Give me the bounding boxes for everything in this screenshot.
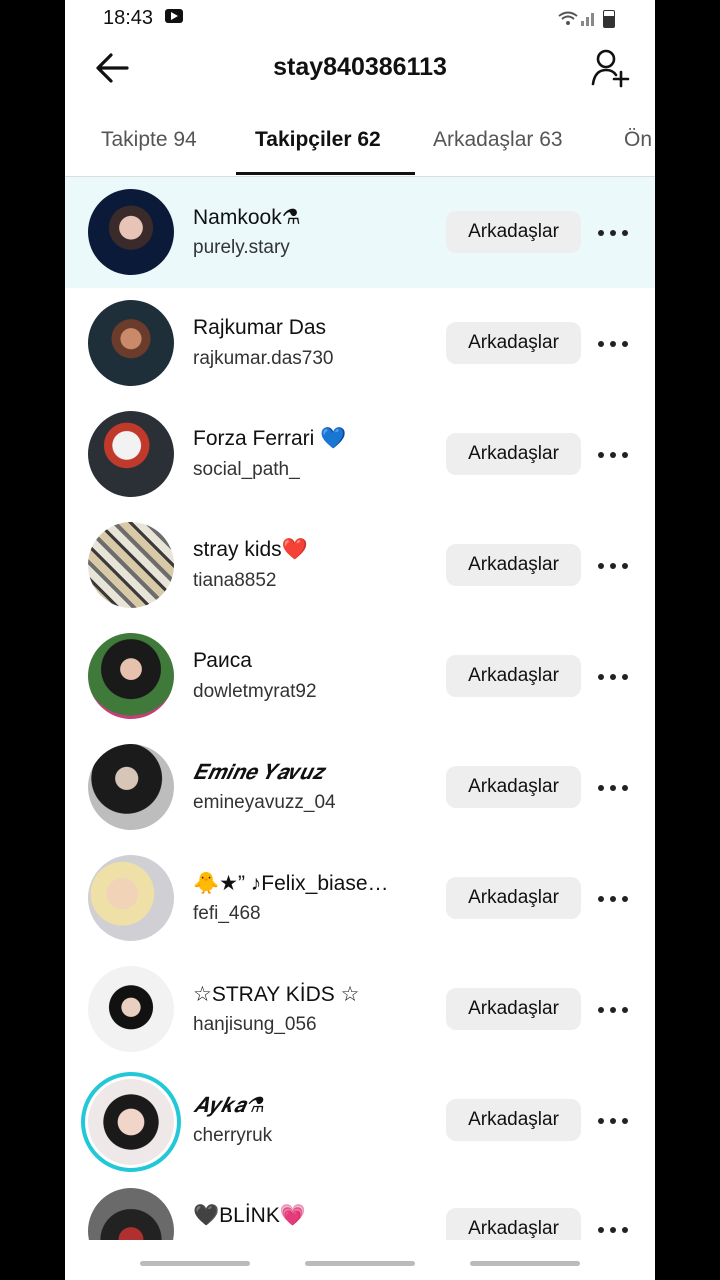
header: stay840386113 [65,36,655,106]
username: rajkumar.das730 [193,348,334,369]
friends-button[interactable]: Arkadaşlar [446,322,581,364]
list-item[interactable]: stray kids❤️ tiana8852 Arkadaşlar [65,510,655,621]
list-item[interactable]: Namkook⚗ purely.stary Arkadaşlar [65,177,655,288]
friends-button[interactable]: Arkadaşlar [446,211,581,253]
wifi-signal-icon [558,11,594,26]
tab-followers[interactable]: Takipçiler 62 [255,128,381,152]
more-options-icon[interactable] [598,772,634,802]
display-name: Namkook⚗ [193,206,301,229]
follower-list: Namkook⚗ purely.stary Arkadaşlar Rajkuma… [65,177,655,1240]
friends-button[interactable]: Arkadaşlar [446,1099,581,1141]
more-options-icon[interactable] [598,1214,634,1240]
friends-button[interactable]: Arkadaşlar [446,655,581,697]
avatar[interactable] [88,855,174,941]
display-name: Rajkumar Das [193,316,327,339]
display-name: 🐥★” ♪Felix_biase… [193,872,389,895]
username: hanjisung_056 [193,1014,317,1035]
friends-button[interactable]: Arkadaşlar [446,1208,581,1240]
avatar[interactable] [88,189,174,275]
avatar[interactable] [88,300,174,386]
username: dowletmyrat92 [193,681,317,702]
screen-record-icon [165,9,183,23]
avatar[interactable] [88,744,174,830]
avatar[interactable] [88,522,174,608]
list-item[interactable]: Раиса dowletmyrat92 Arkadaşlar [65,621,655,732]
list-item[interactable]: Rajkumar Das rajkumar.das730 Arkadaşlar [65,288,655,399]
more-options-icon[interactable] [598,883,634,913]
friends-button[interactable]: Arkadaşlar [446,433,581,475]
list-item[interactable]: 🖤BLİNK💗 Arkadaşlar [65,1176,655,1240]
more-options-icon[interactable] [598,328,634,358]
list-item[interactable]: Forza Ferrari 💙 social_path_ Arkadaşlar [65,399,655,510]
more-options-icon[interactable] [598,550,634,580]
more-options-icon[interactable] [598,439,634,469]
username: tiana8852 [193,570,277,591]
tab-suggested[interactable]: Ön [624,128,652,152]
status-bar: 18:43 [65,0,655,36]
tab-following[interactable]: Takipte 94 [101,128,197,152]
avatar[interactable] [88,966,174,1052]
friends-button[interactable]: Arkadaşlar [446,544,581,586]
battery-icon [603,10,615,28]
display-name: 𝑬𝒎𝒊𝒏𝒆 𝒀𝒂𝒗𝒖𝒛 [193,760,324,784]
more-options-icon[interactable] [598,994,634,1024]
page-title: stay840386113 [273,53,447,81]
username: emineyavuzz_04 [193,792,336,813]
status-time: 18:43 [103,7,154,29]
username: purely.stary [193,237,290,258]
display-name: stray kids❤️ [193,538,308,561]
nav-recents-handle[interactable] [140,1261,250,1266]
username: fefi_468 [193,903,261,924]
more-options-icon[interactable] [598,661,634,691]
list-item[interactable]: 🐥★” ♪Felix_biase… fefi_468 Arkadaşlar [65,843,655,954]
list-item[interactable]: 𝑬𝒎𝒊𝒏𝒆 𝒀𝒂𝒗𝒖𝒛 emineyavuzz_04 Arkadaşlar [65,732,655,843]
avatar[interactable] [88,411,174,497]
avatar[interactable] [88,1188,174,1240]
display-name: Forza Ferrari 💙 [193,427,347,450]
username: social_path_ [193,459,300,480]
avatar[interactable] [88,633,174,719]
display-name: Раиса [193,649,252,672]
friends-button[interactable]: Arkadaşlar [446,766,581,808]
display-name: ☆STRAY KİDS ☆ [193,983,360,1006]
add-user-icon[interactable] [591,48,631,88]
username: cherryruk [193,1125,273,1146]
list-item[interactable]: ☆STRAY KİDS ☆ hanjisung_056 Arkadaşlar [65,954,655,1065]
more-options-icon[interactable] [598,1105,634,1135]
tab-friends[interactable]: Arkadaşlar 63 [433,128,563,152]
list-item[interactable]: 𝑨𝒚𝒌𝒂⚗ cherryruk Arkadaşlar [65,1065,655,1176]
avatar-story-ring[interactable] [81,1072,181,1172]
system-navigation-bar [65,1240,655,1280]
tab-bar: Takipte 94 Takipçiler 62 Arkadaşlar 63 Ö… [65,112,655,177]
friends-button[interactable]: Arkadaşlar [446,988,581,1030]
active-tab-indicator [236,172,415,175]
display-name: 𝑨𝒚𝒌𝒂⚗ [193,1093,264,1117]
friends-button[interactable]: Arkadaşlar [446,877,581,919]
nav-home-handle[interactable] [305,1261,415,1266]
nav-back-handle[interactable] [470,1261,580,1266]
phone-screen: 18:43 stay840386113 Takipte 94 Takipçile… [65,0,655,1280]
display-name: 🖤BLİNK💗 [193,1204,306,1227]
more-options-icon[interactable] [598,217,634,247]
